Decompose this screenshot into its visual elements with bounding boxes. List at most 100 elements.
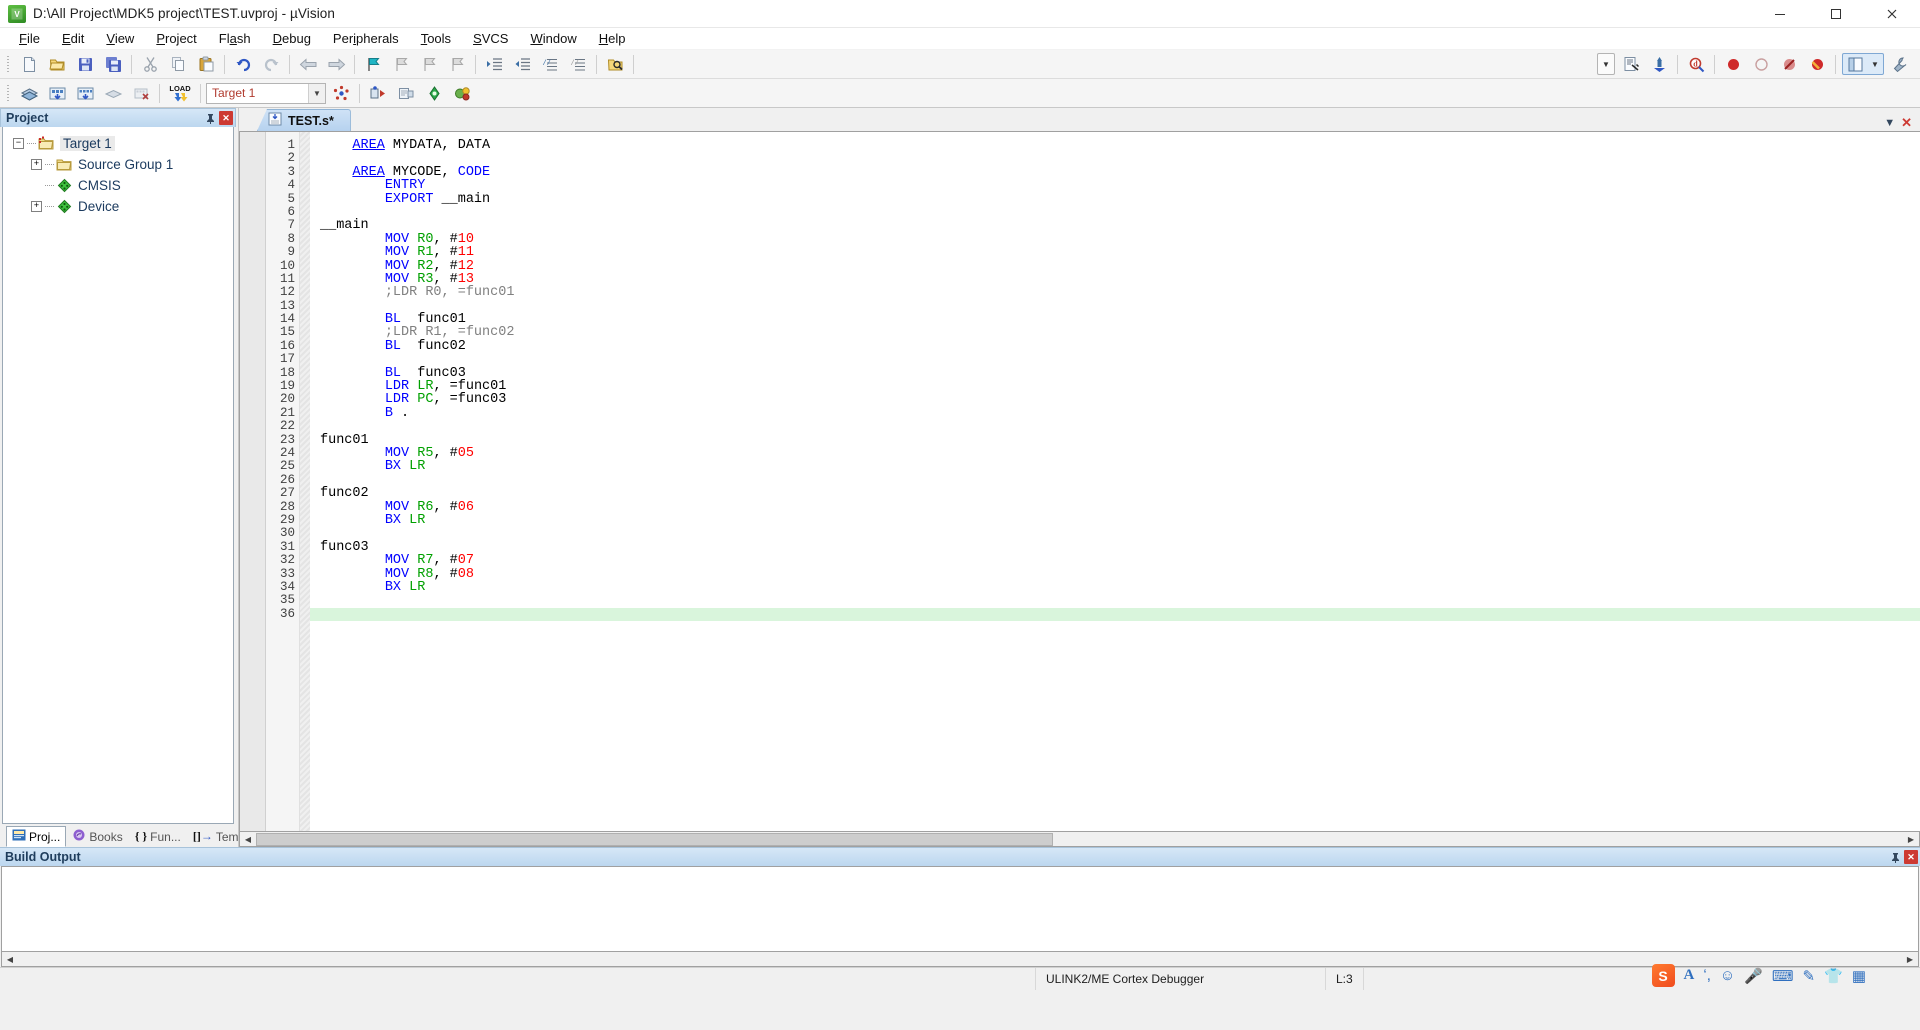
- code-line[interactable]: BL func01: [310, 313, 1920, 327]
- outdent-icon[interactable]: [509, 52, 535, 76]
- new-file-icon[interactable]: [16, 52, 42, 76]
- translate-icon[interactable]: [16, 81, 42, 105]
- code-line[interactable]: AREA MYDATA, DATA: [310, 139, 1920, 153]
- menu-file[interactable]: File: [8, 29, 51, 48]
- emoji-icon[interactable]: ☺: [1720, 967, 1735, 984]
- copy-icon[interactable]: [165, 52, 191, 76]
- breakpoint-icon[interactable]: [1720, 52, 1746, 76]
- sogou-logo-icon[interactable]: S: [1651, 964, 1675, 987]
- rebuild-icon[interactable]: [72, 81, 98, 105]
- expand-expander-icon[interactable]: +: [31, 201, 42, 212]
- manage-components-icon-2[interactable]: [365, 81, 391, 105]
- stop-build-icon[interactable]: [128, 81, 154, 105]
- tree-node-source-group[interactable]: + Source Group 1: [9, 154, 233, 175]
- back-icon[interactable]: [295, 52, 321, 76]
- chevron-down-icon[interactable]: ▼: [308, 83, 325, 103]
- code-line[interactable]: EXPORT __main: [310, 192, 1920, 206]
- handwriting-icon[interactable]: ✎: [1803, 967, 1816, 985]
- manage-components-icon[interactable]: [1646, 52, 1672, 76]
- pack-installer-icon[interactable]: [393, 81, 419, 105]
- wrench-icon[interactable]: [1887, 52, 1913, 76]
- uncomment-icon[interactable]: //: [565, 52, 591, 76]
- menu-window[interactable]: Window: [519, 29, 587, 48]
- code-line[interactable]: [310, 474, 1920, 487]
- skin-icon[interactable]: 👕: [1824, 967, 1843, 985]
- code-line[interactable]: MOV R8, #08: [310, 567, 1920, 581]
- scroll-left-icon[interactable]: ◀: [240, 832, 256, 846]
- bookmark-flag-icon[interactable]: [360, 52, 386, 76]
- open-file-icon[interactable]: [44, 52, 70, 76]
- target-options-icon-2[interactable]: [328, 81, 354, 105]
- code-line[interactable]: MOV R7, #07: [310, 554, 1920, 568]
- target-select[interactable]: Target 1 ▼: [206, 82, 326, 104]
- undo-icon[interactable]: [230, 52, 256, 76]
- build-output-hscrollbar[interactable]: ◀ ▶: [1, 952, 1919, 967]
- build-icon[interactable]: [44, 81, 70, 105]
- code-line[interactable]: BX LR: [310, 460, 1920, 474]
- keyboard-icon[interactable]: ⌨: [1772, 967, 1794, 985]
- tree-node-device[interactable]: + Device: [9, 196, 233, 217]
- scroll-right-icon[interactable]: ▶: [1902, 952, 1918, 966]
- code-line[interactable]: [310, 206, 1920, 219]
- code-line[interactable]: MOV R1, #11: [310, 246, 1920, 260]
- code-line[interactable]: MOV R2, #12: [310, 259, 1920, 273]
- voice-icon[interactable]: 🎤: [1744, 967, 1763, 985]
- code-line[interactable]: func01: [310, 433, 1920, 447]
- maximize-button[interactable]: [1808, 0, 1864, 28]
- tree-node-target[interactable]: − Target 1: [9, 133, 233, 154]
- forward-icon[interactable]: [323, 52, 349, 76]
- batch-build-icon[interactable]: [100, 81, 126, 105]
- code-line[interactable]: ;LDR R0, =func01: [310, 286, 1920, 300]
- window-layout-button[interactable]: ▼: [1842, 53, 1884, 75]
- project-tree[interactable]: − Target 1 + Source Group 1 CMSIS + Devi…: [2, 127, 234, 824]
- indent-icon[interactable]: [481, 52, 507, 76]
- code-line[interactable]: ENTRY: [310, 179, 1920, 193]
- code-line[interactable]: [310, 527, 1920, 540]
- tree-node-cmsis[interactable]: CMSIS: [9, 175, 233, 196]
- menu-svcs[interactable]: SVCS: [462, 29, 519, 48]
- code-line[interactable]: [310, 353, 1920, 366]
- bookmark-prev-icon[interactable]: [388, 52, 414, 76]
- code-line[interactable]: [310, 420, 1920, 433]
- save-all-icon[interactable]: [100, 52, 126, 76]
- editor-body[interactable]: 1 2 3 4 5 6 7 8 9 10 11 12 13 14 15 16 17 18 19 20 21 22 23 24 2…: [239, 131, 1920, 832]
- code-line[interactable]: BL func03: [310, 366, 1920, 380]
- code-line[interactable]: __main: [310, 219, 1920, 233]
- scroll-track[interactable]: [256, 832, 1903, 846]
- pin-icon[interactable]: [1888, 850, 1903, 865]
- code-content[interactable]: AREA MYDATA, DATA AREA MYCODE, CODE ENTR…: [310, 132, 1920, 831]
- code-line[interactable]: [310, 152, 1920, 165]
- tab-functions[interactable]: { } Fun...: [129, 826, 187, 847]
- save-icon[interactable]: [72, 52, 98, 76]
- code-line[interactable]: func02: [310, 487, 1920, 501]
- code-line[interactable]: LDR PC, =func03: [310, 393, 1920, 407]
- menu-debug[interactable]: Debug: [262, 29, 322, 48]
- menu-tools[interactable]: Tools: [410, 29, 462, 48]
- toolbar-overflow-button[interactable]: ▼: [1597, 53, 1615, 75]
- bookmark-clear-icon[interactable]: [444, 52, 470, 76]
- find-in-files-icon[interactable]: [602, 52, 628, 76]
- run-to-main-icon[interactable]: [421, 81, 447, 105]
- download-icon[interactable]: LOAD: [165, 81, 195, 105]
- editor-breakpoint-margin[interactable]: [240, 132, 266, 831]
- breakpoint-kill-all-icon[interactable]: [1804, 52, 1830, 76]
- minimize-button[interactable]: [1752, 0, 1808, 28]
- cut-icon[interactable]: [137, 52, 163, 76]
- toolbox-icon[interactable]: ▦: [1852, 967, 1866, 985]
- editor-tab-test-s[interactable]: TEST.s*: [257, 109, 351, 131]
- code-line[interactable]: BX LR: [310, 514, 1920, 528]
- code-line[interactable]: [310, 594, 1920, 607]
- toolbar-grip[interactable]: [5, 54, 12, 74]
- redo-icon[interactable]: [258, 52, 284, 76]
- close-icon[interactable]: ✕: [219, 111, 233, 125]
- code-line[interactable]: LDR LR, =func01: [310, 380, 1920, 394]
- toolbar-grip-2[interactable]: [5, 83, 12, 103]
- code-line[interactable]: [310, 607, 1920, 622]
- menu-view[interactable]: View: [95, 29, 145, 48]
- menu-flash[interactable]: Flash: [208, 29, 262, 48]
- code-line[interactable]: BL func02: [310, 340, 1920, 354]
- build-output-text[interactable]: [1, 866, 1919, 952]
- code-line[interactable]: ;LDR R1, =func02: [310, 326, 1920, 340]
- code-line[interactable]: MOV R5, #05: [310, 447, 1920, 461]
- bookmark-next-icon[interactable]: [416, 52, 442, 76]
